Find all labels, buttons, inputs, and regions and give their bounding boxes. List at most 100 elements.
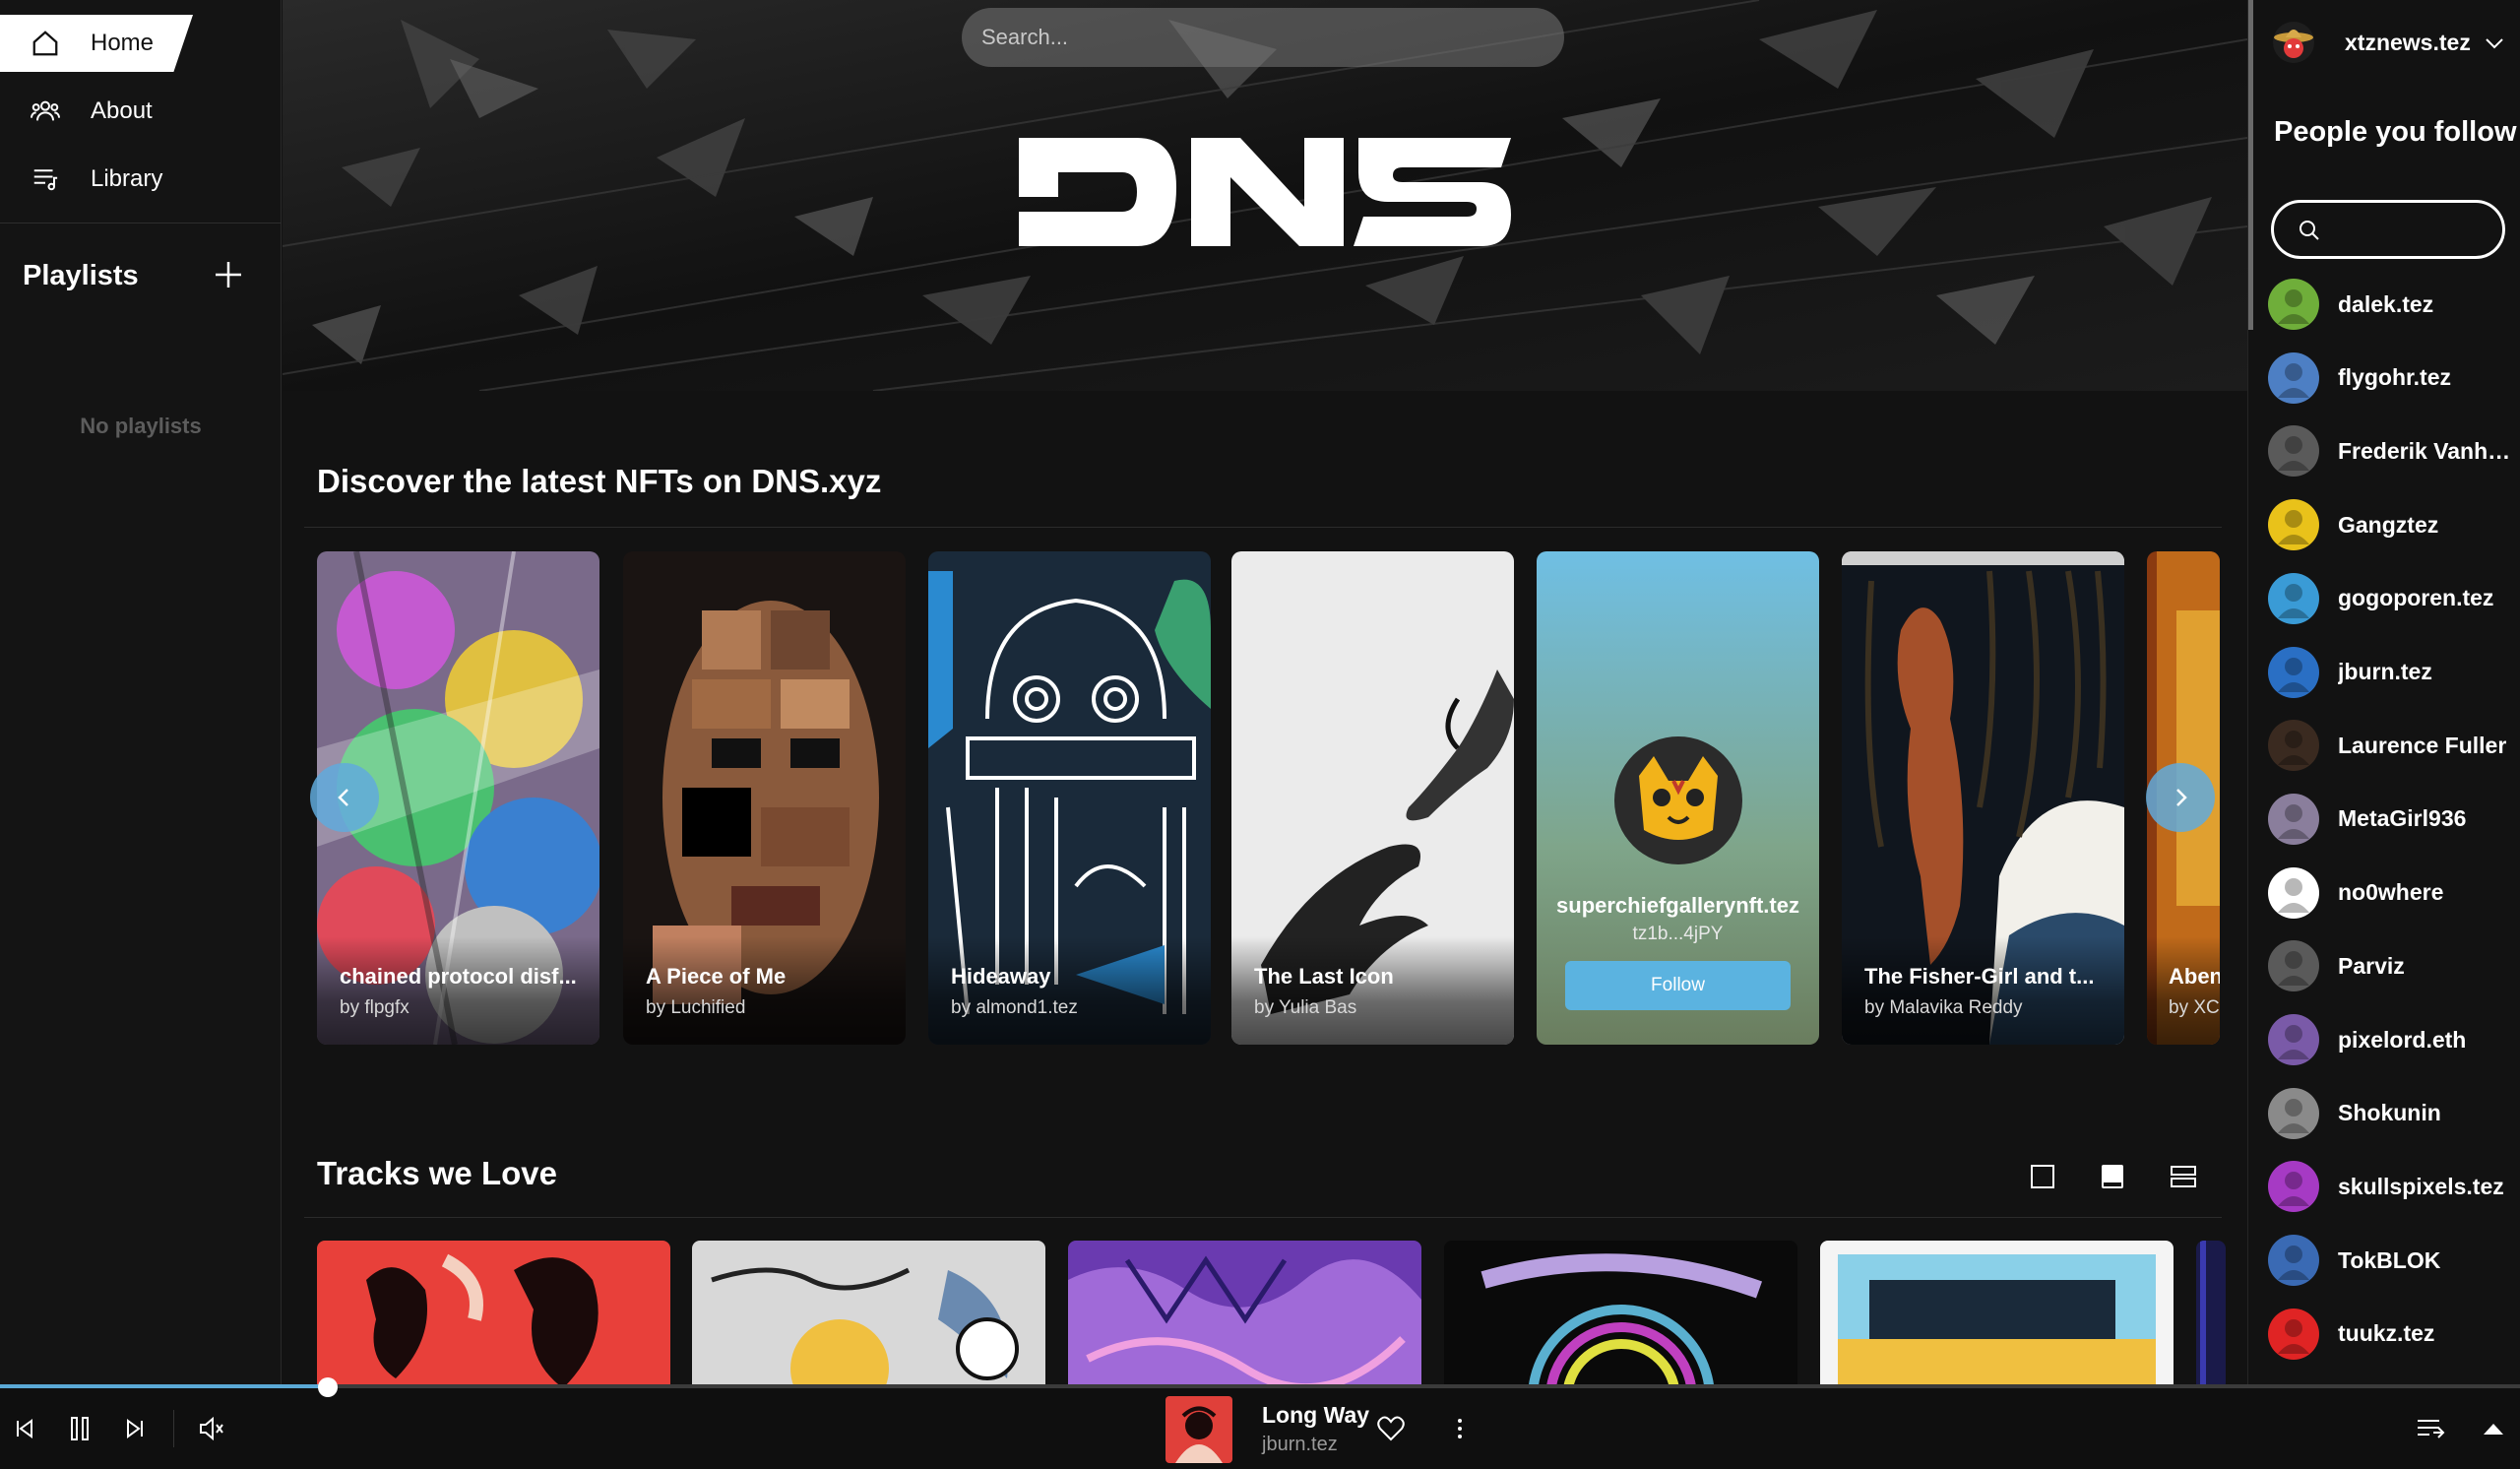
section-divider: [304, 527, 2222, 528]
nft-title: Hideaway: [951, 964, 1051, 989]
person-avatar: [2268, 866, 2319, 919]
people-you-follow-title: People you follow: [2274, 116, 2517, 148]
view-list-button[interactable]: [2167, 1160, 2200, 1193]
view-card-button[interactable]: [2096, 1160, 2129, 1193]
nft-card[interactable]: The Last Icon by Yulia Bas: [1231, 551, 1514, 1045]
pause-icon: [71, 1417, 89, 1440]
user-avatar[interactable]: [2273, 22, 2314, 63]
progress-fill: [0, 1384, 328, 1388]
track-card[interactable]: [2196, 1241, 2226, 1386]
card-shade: [1842, 936, 2124, 1045]
followed-person[interactable]: Laurence Fuller: [2248, 709, 2520, 782]
chevron-down-icon: [2486, 38, 2503, 49]
more-options-button[interactable]: [1443, 1412, 1477, 1445]
profile-address: tz1b...4jPY: [1632, 924, 1724, 944]
followed-person[interactable]: Parviz: [2248, 929, 2520, 1002]
volume-icon: [200, 1416, 223, 1441]
heart-icon: [1377, 1416, 1405, 1441]
nft-artist: by XC: [2169, 997, 2220, 1018]
square-outline-icon: [2031, 1165, 2054, 1188]
profile-card: superchiefgallerynft.tez tz1b...4jPY Fol…: [1537, 551, 1819, 1045]
add-playlist-button[interactable]: [212, 258, 245, 291]
person-avatar: [2268, 720, 2319, 772]
card-shade: [623, 936, 906, 1045]
person-avatar: [2268, 1161, 2319, 1213]
profile-avatar: [1614, 736, 1742, 864]
person-name: Shokunin: [2338, 1100, 2441, 1126]
follow-search-input[interactable]: [2331, 211, 2493, 248]
right-sidebar: xtznews.tez People you follow dalek.tez f…: [2247, 0, 2520, 1386]
caret-up-icon: [2484, 1424, 2503, 1435]
followed-person[interactable]: Shokunin: [2248, 1077, 2520, 1150]
now-playing-cover[interactable]: [1166, 1396, 1232, 1463]
carousel-prev-button[interactable]: [310, 763, 379, 832]
person-name: flygohr.tez: [2338, 364, 2452, 391]
main-content: Discover the latest NFTs on DNS.xyz chai…: [283, 0, 2247, 1386]
nft-title: The Last Icon: [1254, 964, 1394, 989]
followed-person[interactable]: pixelord.eth: [2248, 1003, 2520, 1076]
followed-person[interactable]: TokBLOK: [2248, 1224, 2520, 1297]
carousel-next-button[interactable]: [2146, 763, 2215, 832]
followed-person[interactable]: skullspixels.tez: [2248, 1150, 2520, 1223]
search-icon: [2300, 221, 2319, 240]
followed-person[interactable]: Gangztez: [2248, 488, 2520, 561]
followed-person[interactable]: tuukz.tez: [2248, 1298, 2520, 1371]
account-name[interactable]: xtznews.tez: [2345, 30, 2471, 56]
followed-person[interactable]: MetaGirl936: [2248, 783, 2520, 856]
playlists-title: Playlists: [23, 260, 139, 291]
followed-person[interactable]: Frederik Vanho...: [2248, 415, 2520, 487]
followed-person[interactable]: flygohr.tez: [2248, 342, 2520, 415]
followed-person[interactable]: dalek.tez: [2248, 268, 2520, 341]
track-card[interactable]: [1820, 1241, 2174, 1386]
nft-card[interactable]: Hideaway by almond1.tez: [928, 551, 1211, 1045]
nft-title: A Piece of Me: [646, 964, 787, 989]
search-input[interactable]: [962, 8, 1564, 67]
track-artwork: [1820, 1241, 2174, 1386]
skip-forward-icon: [127, 1419, 143, 1438]
track-card[interactable]: [1068, 1241, 1421, 1386]
person-avatar: [2268, 499, 2319, 551]
like-button[interactable]: [1374, 1412, 1408, 1445]
track-card[interactable]: [692, 1241, 1045, 1386]
previous-track-button[interactable]: [8, 1412, 41, 1445]
follow-search-box[interactable]: [2271, 200, 2505, 259]
track-artwork: [1068, 1241, 1421, 1386]
track-card[interactable]: [317, 1241, 670, 1386]
person-name: Parviz: [2338, 952, 2405, 979]
card-view-icon: [2102, 1165, 2123, 1188]
track-card[interactable]: [1444, 1241, 1797, 1386]
no-playlists-text: No playlists: [80, 414, 202, 438]
now-playing-title[interactable]: Long Way: [1262, 1402, 1369, 1429]
nav-about[interactable]: About: [0, 83, 282, 140]
nav-library[interactable]: Library: [0, 151, 282, 208]
person-name: gogoporen.tez: [2338, 585, 2494, 611]
followed-person[interactable]: no0where: [2248, 857, 2520, 929]
nft-card[interactable]: A Piece of Me by Luchified: [623, 551, 906, 1045]
person-avatar: [2268, 793, 2319, 845]
followed-person[interactable]: gogoporen.tez: [2248, 562, 2520, 635]
nft-title: The Fisher-Girl and t...: [1864, 964, 2095, 989]
volume-button[interactable]: [195, 1412, 228, 1445]
sombrero-avatar-icon: [2273, 22, 2314, 63]
person-avatar: [2268, 1308, 2319, 1360]
card-shade: [317, 936, 599, 1045]
followed-person[interactable]: jburn.tez: [2248, 636, 2520, 709]
next-track-button[interactable]: [118, 1412, 152, 1445]
progress-track[interactable]: [0, 1384, 2520, 1388]
view-grid-large-button[interactable]: [2026, 1160, 2059, 1193]
skip-back-icon: [17, 1419, 32, 1438]
progress-handle[interactable]: [317, 1377, 338, 1397]
expand-player-button[interactable]: [2477, 1412, 2510, 1445]
account-menu-button[interactable]: [2483, 32, 2506, 55]
nft-card[interactable]: The Fisher-Girl and t... by Malavika Red…: [1842, 551, 2124, 1045]
pause-button[interactable]: [63, 1412, 96, 1445]
follow-button[interactable]: Follow: [1565, 961, 1791, 1010]
nav-home[interactable]: Home: [0, 15, 193, 72]
person-avatar: [2268, 940, 2319, 992]
nft-artist: by Yulia Bas: [1254, 997, 1357, 1018]
now-playing-artist[interactable]: jburn.tez: [1262, 1434, 1338, 1456]
person-avatar: [2268, 646, 2319, 698]
track-artwork: [1444, 1241, 1797, 1386]
section-divider: [304, 1217, 2222, 1218]
queue-button[interactable]: [2414, 1412, 2447, 1445]
